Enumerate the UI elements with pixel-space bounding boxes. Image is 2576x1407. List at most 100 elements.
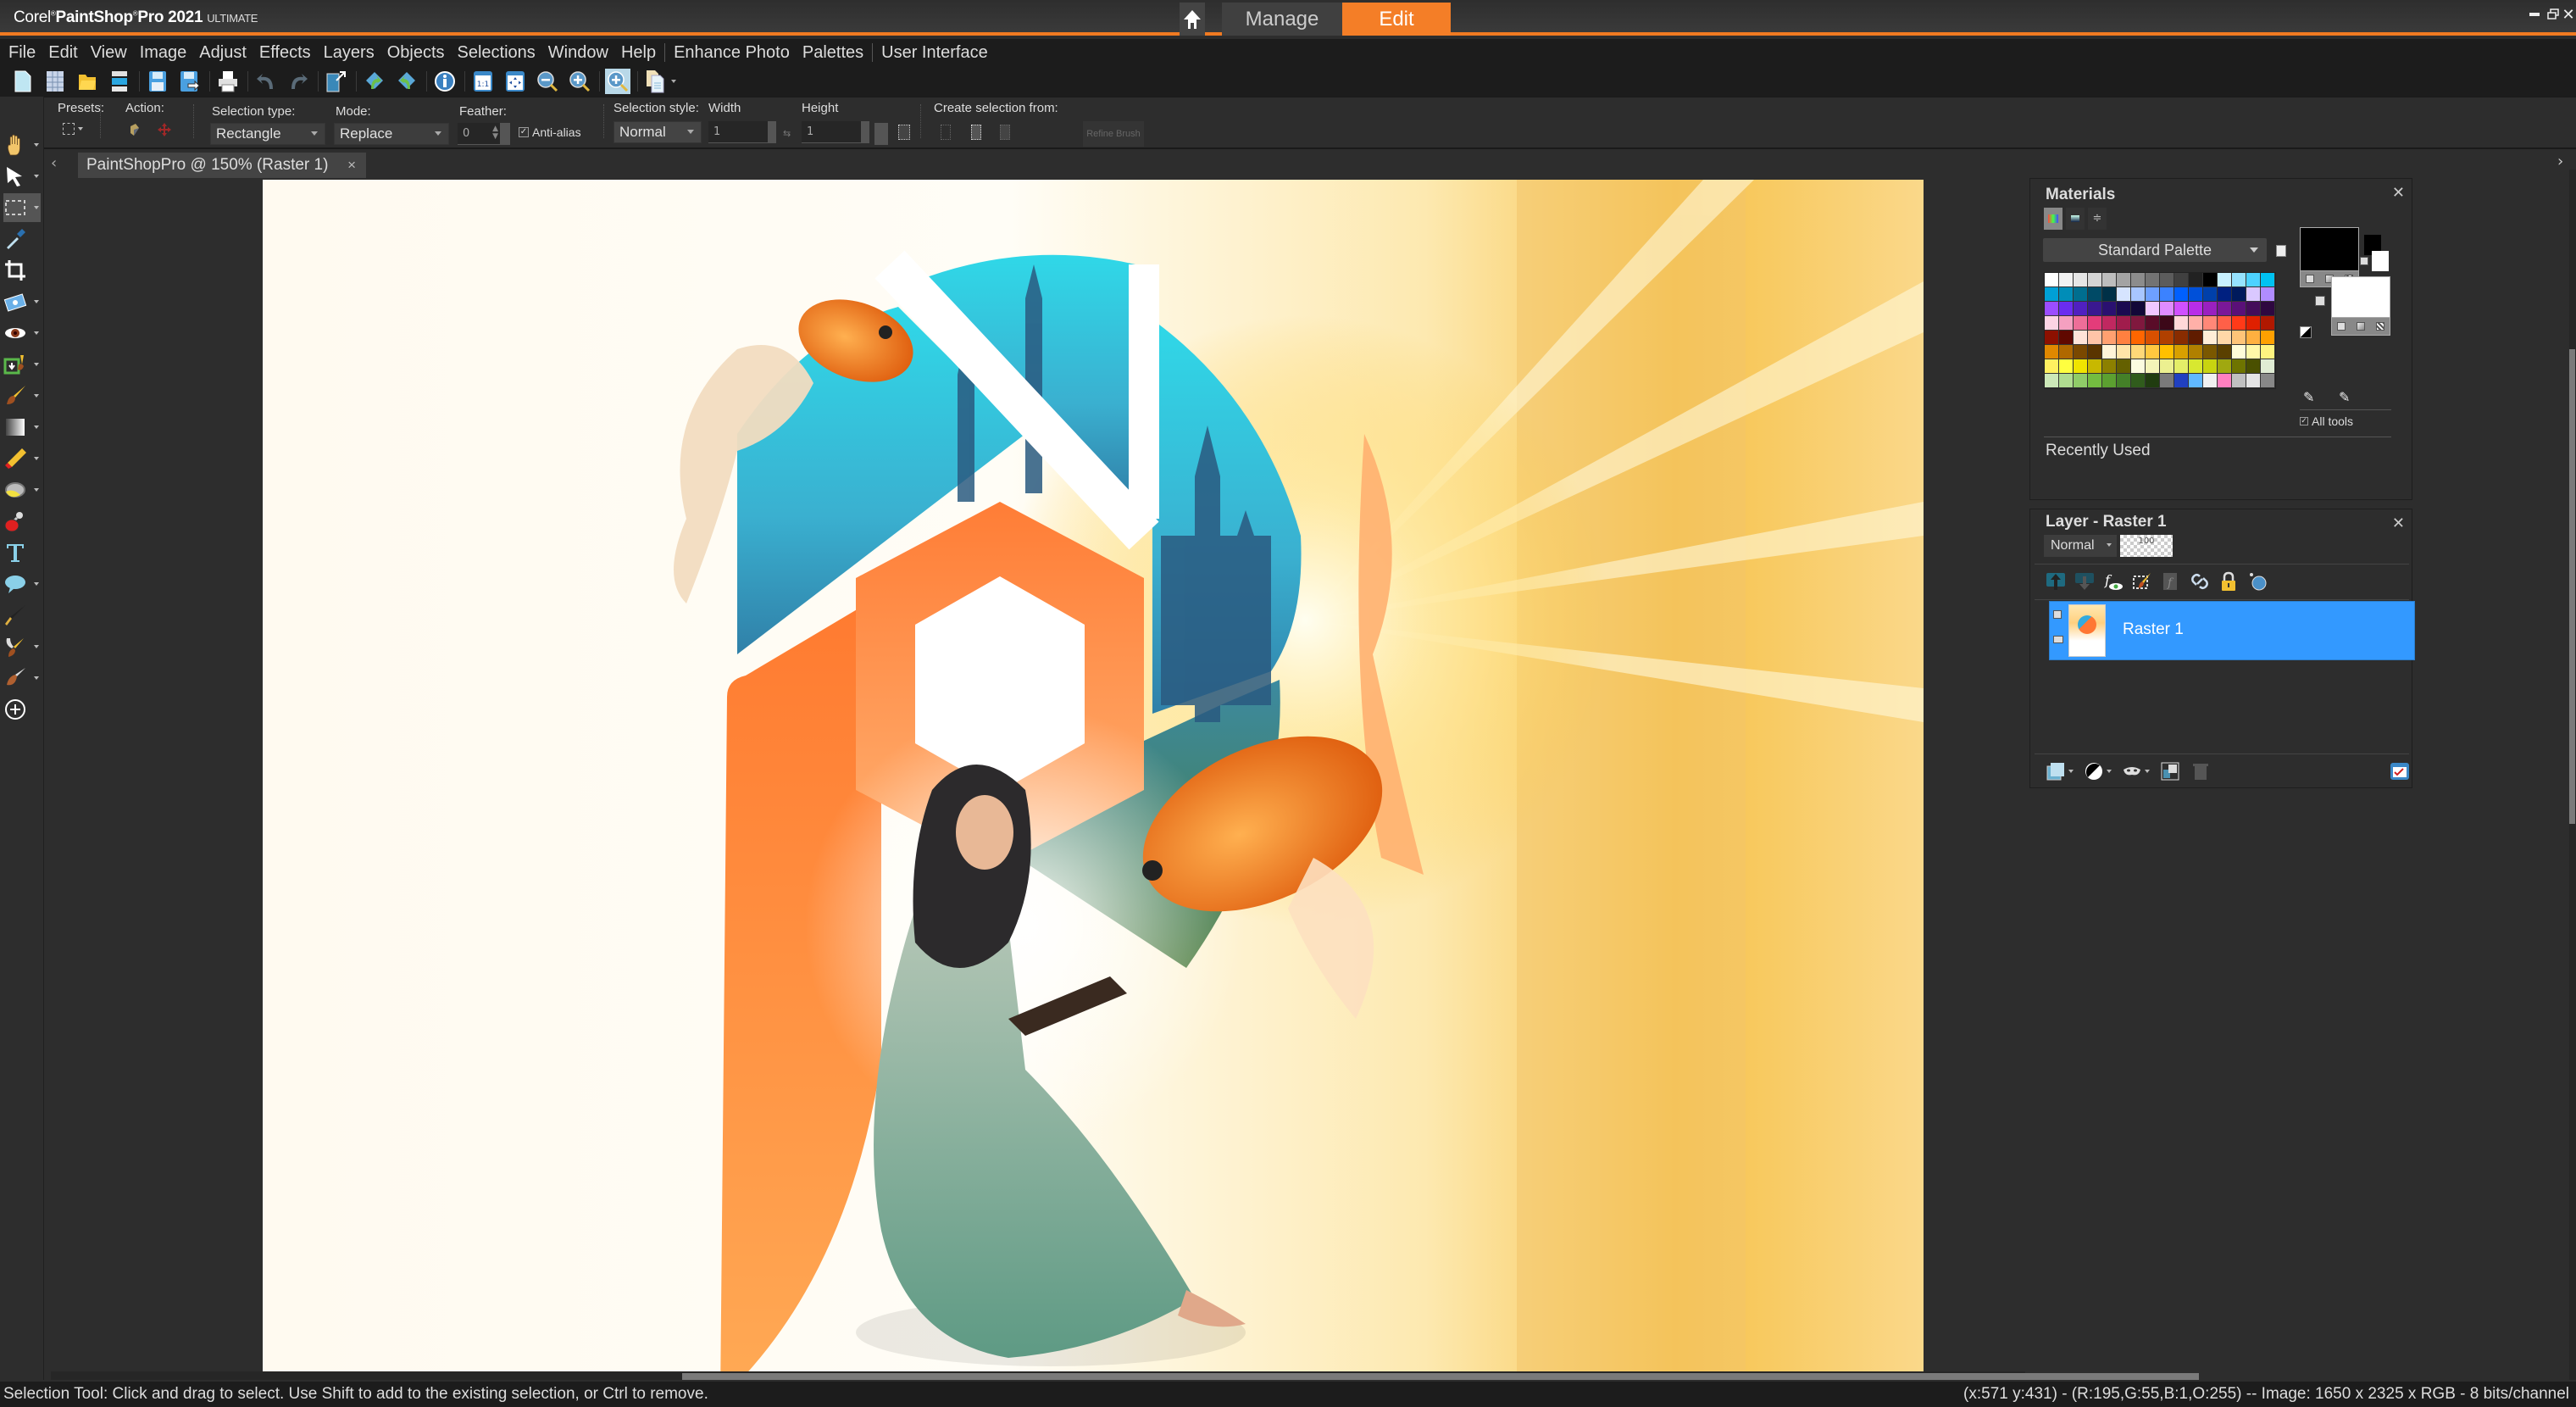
color-swatch[interactable] <box>2218 287 2232 302</box>
color-swatch[interactable] <box>2203 359 2218 374</box>
redo-history-button[interactable] <box>394 69 419 94</box>
color-swatch[interactable] <box>2232 302 2246 316</box>
feather-input[interactable]: 0 ▲ ▼ <box>458 123 510 145</box>
color-swatch[interactable] <box>2088 331 2102 345</box>
color-swatch[interactable] <box>2059 331 2074 345</box>
color-swatch[interactable] <box>2189 331 2203 345</box>
color-swatch[interactable] <box>2045 374 2059 388</box>
close-tab-icon[interactable]: × <box>347 157 356 174</box>
layer-item-raster-1[interactable]: Raster 1 <box>2049 601 2415 660</box>
reset-colors-icon[interactable] <box>2300 326 2312 338</box>
color-swatch[interactable] <box>2088 374 2102 388</box>
color-swatch[interactable] <box>2160 316 2174 331</box>
color-swatch[interactable] <box>2160 331 2174 345</box>
color-swatch[interactable] <box>2203 302 2218 316</box>
tab-edit[interactable]: Edit <box>1342 3 1451 36</box>
color-swatch[interactable] <box>2117 287 2131 302</box>
mode-select[interactable]: Replace <box>334 123 449 145</box>
color-swatch[interactable] <box>2059 287 2074 302</box>
color-swatch[interactable] <box>2131 302 2146 316</box>
solid-color-icon[interactable] <box>2337 322 2346 331</box>
color-swatch[interactable] <box>2232 331 2246 345</box>
color-swatch[interactable] <box>2218 374 2232 388</box>
vertical-scrollbar-thumb[interactable] <box>2569 349 2575 824</box>
color-swatch[interactable] <box>2160 302 2174 316</box>
lock-button[interactable] <box>2218 571 2239 595</box>
gradient-style-icon[interactable] <box>2356 322 2365 331</box>
height-dropdown[interactable] <box>861 121 869 143</box>
color-swatch[interactable] <box>2045 345 2059 359</box>
width-dropdown[interactable] <box>768 121 776 143</box>
horizontal-scrollbar-thumb[interactable] <box>682 1373 2199 1380</box>
menu-palettes[interactable]: Palettes <box>802 43 863 63</box>
color-swatch[interactable] <box>2232 345 2246 359</box>
color-swatch[interactable] <box>2074 331 2088 345</box>
color-swatch[interactable] <box>2146 316 2160 331</box>
tool-flyout-chevron-icon[interactable] <box>34 363 39 366</box>
color-swatch[interactable] <box>2045 287 2059 302</box>
color-swatch[interactable] <box>2074 359 2088 374</box>
color-swatch[interactable] <box>2131 273 2146 287</box>
menu-help[interactable]: Help <box>621 43 656 63</box>
color-swatch[interactable] <box>2117 345 2131 359</box>
tool-flyout-chevron-icon[interactable] <box>34 206 39 209</box>
color-swatch[interactable] <box>2045 316 2059 331</box>
menu-enhance-photo[interactable]: Enhance Photo <box>674 43 790 63</box>
dropper-tool[interactable] <box>3 225 41 253</box>
color-swatch[interactable] <box>2174 345 2189 359</box>
color-swatch[interactable] <box>2059 316 2074 331</box>
selection-tool[interactable] <box>3 193 41 222</box>
zoom-out-button[interactable] <box>535 69 560 94</box>
tool-flyout-chevron-icon[interactable] <box>34 300 39 303</box>
color-swatch[interactable] <box>2174 316 2189 331</box>
save-button[interactable] <box>145 69 170 94</box>
fg-dropper-icon[interactable]: ✎ <box>2303 389 2314 405</box>
background-mini-swatch[interactable] <box>2372 251 2389 271</box>
zoom-in-button[interactable] <box>567 69 592 94</box>
rainbow-tab[interactable] <box>2066 208 2085 230</box>
print-button[interactable] <box>215 69 241 94</box>
new-button[interactable] <box>10 69 36 94</box>
color-swatch[interactable] <box>2131 359 2146 374</box>
color-swatch[interactable] <box>2131 331 2146 345</box>
color-swatch[interactable] <box>2189 287 2203 302</box>
color-swatch[interactable] <box>2246 302 2261 316</box>
color-swatch[interactable] <box>2059 345 2074 359</box>
color-swatch[interactable] <box>2218 316 2232 331</box>
color-swatch[interactable] <box>2102 273 2117 287</box>
scan-button[interactable] <box>107 69 132 94</box>
color-swatch[interactable] <box>2218 331 2232 345</box>
layer-properties-button[interactable] <box>2390 761 2410 781</box>
color-swatch[interactable] <box>2218 273 2232 287</box>
color-swatch[interactable] <box>2117 302 2131 316</box>
spinner-icon[interactable]: ▲ ▼ <box>492 125 498 141</box>
color-swatch[interactable] <box>2261 359 2275 374</box>
color-swatch[interactable] <box>2218 345 2232 359</box>
color-swatch[interactable] <box>2174 374 2189 388</box>
color-swatch[interactable] <box>2102 359 2117 374</box>
color-swatch[interactable] <box>2131 374 2146 388</box>
move-layer-down-button[interactable] <box>2074 571 2095 595</box>
color-swatch[interactable] <box>2074 302 2088 316</box>
color-swatch[interactable] <box>2146 273 2160 287</box>
color-swatch[interactable] <box>2074 273 2088 287</box>
selection-type-select[interactable]: Rectangle <box>210 123 325 145</box>
red-eye-tool[interactable] <box>3 319 41 348</box>
palette-options-button[interactable] <box>2276 245 2286 257</box>
color-swatch[interactable] <box>2246 374 2261 388</box>
picture-tube-tool[interactable] <box>3 507 41 536</box>
color-swatch[interactable] <box>2117 374 2131 388</box>
color-swatch[interactable] <box>2102 287 2117 302</box>
color-swatch[interactable] <box>2160 273 2174 287</box>
tab-scroll-left-icon[interactable]: ‹ <box>51 154 57 172</box>
layer-style-button[interactable] <box>2247 571 2268 595</box>
mask-button[interactable] <box>2122 761 2150 781</box>
color-swatch[interactable] <box>2088 316 2102 331</box>
zoom-more-button[interactable] <box>605 69 630 94</box>
color-swatch[interactable] <box>2088 273 2102 287</box>
preset-shape-tool[interactable] <box>3 570 41 598</box>
feather-dropdown[interactable] <box>500 123 510 145</box>
tool-flyout-chevron-icon[interactable] <box>34 676 39 680</box>
apply-button[interactable] <box>129 123 141 140</box>
tool-flyout-chevron-icon[interactable] <box>34 582 39 586</box>
